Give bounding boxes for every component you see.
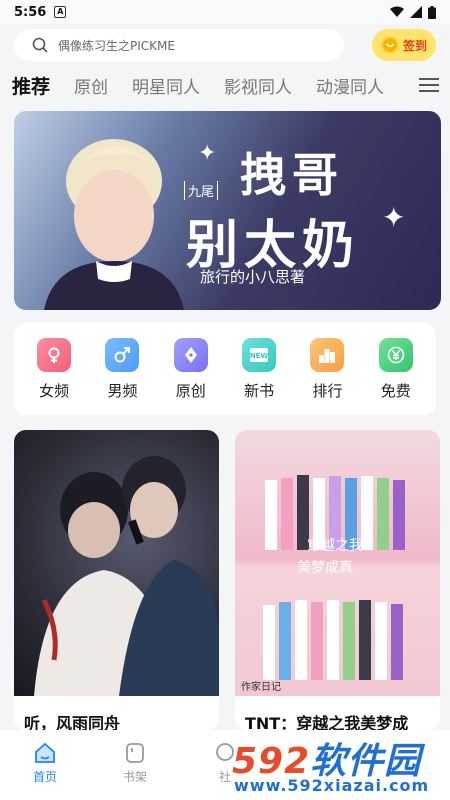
category-female[interactable]: 女频 — [24, 337, 84, 401]
book-cover-image: 穿越之我 美梦成真 作家日记 — [235, 430, 440, 696]
search-input[interactable]: 偶像练习生之PICKME — [14, 29, 344, 61]
tabs-menu-button[interactable] — [408, 68, 450, 102]
book-title: 听，风雨同舟 — [24, 714, 121, 730]
tab-anime-fanfic[interactable]: 动漫同人 — [316, 73, 384, 98]
male-icon — [105, 337, 140, 372]
pen-nib-icon — [173, 337, 208, 372]
cover-text-bottom: 美梦成真 — [297, 560, 353, 576]
ranking-icon — [310, 337, 345, 372]
search-icon — [32, 37, 48, 53]
status-icons — [390, 5, 436, 19]
battery-icon — [428, 5, 436, 19]
nav-bookshelf[interactable]: 书架 — [90, 742, 180, 800]
category-original[interactable]: 原创 — [161, 337, 221, 401]
status-bar: 5:56 A — [0, 0, 450, 24]
tab-recommend[interactable]: 推荐 — [12, 72, 50, 99]
hero-banner[interactable]: ✦ ✦ ✦ 拽哥 九尾 别太奶 旅行的小八思著 — [14, 111, 441, 310]
tab-celebrity-fanfic[interactable]: 明星同人 — [132, 73, 200, 98]
search-row: 偶像练习生之PICKME 签到 — [14, 28, 436, 62]
signal-icon — [410, 6, 422, 18]
sparkle-icon: ✦ — [198, 141, 217, 166]
category-shortcuts: 女频 男频 原创 NEW 新书 排行 免费 — [14, 323, 436, 415]
sparkle-icon: ✦ — [382, 201, 406, 234]
signin-label: 签到 — [402, 38, 427, 53]
cover-illustration — [34, 456, 219, 696]
hamburger-icon — [419, 78, 439, 92]
category-label: 男频 — [107, 381, 138, 400]
category-new-books[interactable]: NEW 新书 — [229, 337, 289, 401]
watermark-url: www.592xiazai.com — [234, 776, 430, 795]
nav-label: 首页 — [32, 770, 57, 784]
category-label: 免费 — [380, 381, 411, 400]
tab-film-fanfic[interactable]: 影视同人 — [224, 73, 292, 98]
cover-caption: 作家日记 — [241, 680, 281, 693]
female-icon — [37, 337, 72, 372]
status-time: 5:56 — [14, 4, 47, 20]
book-card[interactable]: 穿越之我 美梦成真 作家日记 TNT：穿越之我美梦成 — [235, 430, 440, 730]
smile-coin-icon — [380, 36, 399, 54]
nav-home[interactable]: 首页 — [0, 742, 90, 800]
svg-text:NEW: NEW — [250, 352, 269, 360]
category-label: 女频 — [39, 381, 70, 400]
category-tabs: 推荐 原创 明星同人 影视同人 动漫同人 — [0, 68, 450, 102]
wifi-icon — [390, 6, 404, 17]
category-label: 原创 — [175, 381, 206, 400]
category-free[interactable]: 免费 — [366, 337, 426, 401]
banner-portrait-image — [44, 139, 184, 310]
bookshelf-icon — [126, 743, 144, 763]
book-card[interactable]: 听，风雨同舟 — [14, 430, 219, 730]
watermark-logo: 592软件园 www.592xiazai.com — [224, 732, 446, 798]
category-label: 新书 — [244, 381, 275, 400]
category-male[interactable]: 男频 — [92, 337, 152, 401]
book-cover-image — [14, 430, 219, 696]
category-label: 排行 — [312, 381, 343, 400]
category-ranking[interactable]: 排行 — [297, 337, 357, 401]
signin-button[interactable]: 签到 — [372, 29, 436, 61]
cover-text-top: 穿越之我 — [307, 538, 363, 554]
nav-label: 书架 — [122, 770, 147, 784]
search-placeholder: 偶像练习生之PICKME — [58, 38, 175, 53]
banner-title-line1: 拽哥 — [240, 148, 344, 202]
book-title: TNT：穿越之我美梦成 — [245, 714, 409, 730]
cover-illustration: 穿越之我 美梦成真 作家日记 — [241, 475, 405, 693]
notification-a-icon: A — [54, 6, 67, 18]
home-icon — [35, 742, 55, 763]
tab-original[interactable]: 原创 — [74, 73, 108, 98]
new-book-icon: NEW — [242, 337, 277, 372]
banner-tag: 九尾 — [184, 181, 219, 200]
yuan-icon — [378, 337, 413, 372]
banner-author: 旅行的小八思著 — [200, 268, 306, 286]
